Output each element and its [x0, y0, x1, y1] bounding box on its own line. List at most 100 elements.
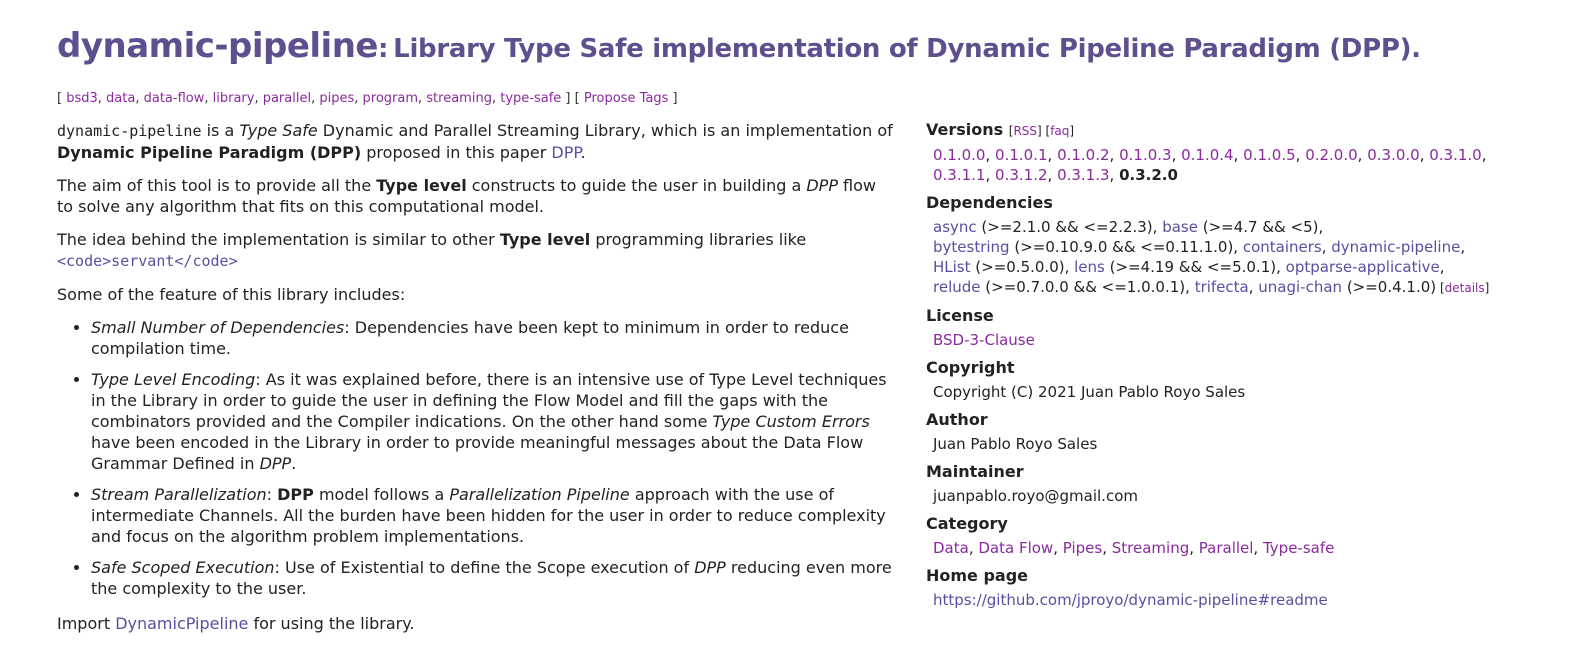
- dependency-list: async (>=2.1.0 && <=2.2.3), base (>=4.7 …: [926, 217, 1526, 298]
- versions-heading: Versions [RSS] [faq]: [926, 120, 1075, 139]
- separator: ,: [1248, 278, 1259, 296]
- text: :: [266, 485, 278, 504]
- version-link[interactable]: 0.3.0.0: [1367, 146, 1419, 164]
- list-item: Safe Scoped Execution: Use of Existentia…: [91, 557, 897, 599]
- title-separator: :: [377, 34, 389, 64]
- license-heading: License: [926, 306, 994, 325]
- properties-sidebar: Versions [RSS] [faq] 0.1.0.0, 0.1.0.1, 0…: [926, 120, 1526, 610]
- separator: ,: [1152, 218, 1163, 236]
- tag-link[interactable]: pipes: [319, 91, 354, 106]
- propose-open-bracket: [: [574, 91, 580, 106]
- separator: ,: [354, 91, 363, 106]
- text: The aim of this tool is to provide all t…: [57, 176, 377, 195]
- tag-link[interactable]: data: [106, 91, 135, 106]
- dependency-link[interactable]: trifecta: [1195, 278, 1249, 296]
- emphasis: DPP: [259, 454, 292, 473]
- separator: ,: [1318, 218, 1324, 236]
- dependency-link[interactable]: HList: [933, 258, 971, 276]
- dependency-range: (>=4.7 && <5): [1197, 218, 1319, 236]
- dependency-link[interactable]: bytestring: [933, 238, 1010, 256]
- category-link[interactable]: Data: [933, 539, 969, 557]
- bold-text: Dynamic Pipeline Paradigm (DPP): [57, 143, 362, 162]
- faq-link[interactable]: faq: [1050, 124, 1069, 138]
- version-link[interactable]: 0.3.1.0: [1429, 146, 1481, 164]
- details-wrapper: [details]: [1436, 281, 1490, 295]
- category-list: Data, Data Flow, Pipes, Streaming, Paral…: [926, 538, 1526, 558]
- version-link[interactable]: 0.1.0.5: [1243, 146, 1295, 164]
- dependency-link[interactable]: async: [933, 218, 977, 236]
- version-link[interactable]: 0.1.0.0: [933, 146, 985, 164]
- tags-open-bracket: [: [57, 91, 63, 106]
- propose-close-bracket: ]: [672, 91, 678, 106]
- propose-tags-link[interactable]: Propose Tags: [584, 91, 669, 106]
- category-link[interactable]: Type-safe: [1263, 539, 1334, 557]
- package-name: dynamic-pipeline: [57, 26, 378, 66]
- version-link[interactable]: 0.1.0.1: [995, 146, 1047, 164]
- text: : Use of Existential to define the Scope…: [274, 558, 695, 577]
- homepage-heading: Home page: [926, 566, 1029, 585]
- homepage-link[interactable]: https://github.com/jproyo/dynamic-pipeli…: [933, 591, 1328, 609]
- dependency-link[interactable]: base: [1162, 218, 1198, 236]
- version-link[interactable]: 0.3.1.2: [995, 166, 1047, 184]
- emphasis: Parallelization Pipeline: [449, 485, 630, 504]
- dependency-link[interactable]: containers: [1243, 238, 1322, 256]
- features-intro: Some of the feature of this library incl…: [57, 285, 406, 304]
- dependency-link[interactable]: lens: [1074, 258, 1105, 276]
- tag-link[interactable]: library: [213, 91, 255, 106]
- text: constructs to guide the user in building…: [466, 176, 807, 195]
- author-value: Juan Pablo Royo Sales: [933, 435, 1098, 453]
- tag-link[interactable]: type-safe: [500, 91, 561, 106]
- rss-link[interactable]: RSS: [1013, 124, 1037, 138]
- module-link[interactable]: DynamicPipeline: [115, 614, 248, 633]
- dependency-link[interactable]: unagi-chan: [1258, 278, 1342, 296]
- text: is a: [201, 121, 240, 140]
- feature-title: Stream Parallelization: [91, 485, 267, 504]
- dependency-link[interactable]: dynamic-pipeline: [1331, 238, 1460, 256]
- category-link[interactable]: Streaming: [1112, 539, 1189, 557]
- tag-link[interactable]: program: [363, 91, 419, 106]
- version-link[interactable]: 0.3.1.3: [1057, 166, 1109, 184]
- bold-text: Type level: [376, 176, 467, 195]
- license-link[interactable]: BSD-3-Clause: [933, 331, 1035, 349]
- aim-paragraph: The aim of this tool is to provide all t…: [57, 175, 897, 217]
- tag-link[interactable]: parallel: [263, 91, 311, 106]
- dependency-link[interactable]: optparse-applicative: [1286, 258, 1440, 276]
- list-item: Small Number of Dependencies: Dependenci…: [91, 317, 897, 359]
- separator: ,: [1460, 238, 1466, 256]
- emphasis: Type Custom Errors: [712, 412, 870, 431]
- tag-link[interactable]: bsd3: [66, 91, 98, 106]
- dependency-range: (>=0.5.0.0): [970, 258, 1065, 276]
- page-title: dynamic-pipeline: Library Type Safe impl…: [57, 26, 1421, 66]
- dependency-link[interactable]: relude: [933, 278, 981, 296]
- text: have been encoded in the Library in orde…: [91, 433, 864, 473]
- tag-link[interactable]: data-flow: [144, 91, 205, 106]
- text: for using the library.: [248, 614, 415, 633]
- separator: ,: [1185, 278, 1195, 296]
- text: Dynamic and Parallel Streaming Library, …: [317, 121, 893, 140]
- servant-link[interactable]: <code>servant</code>: [57, 252, 238, 270]
- version-link[interactable]: 0.3.1.1: [933, 166, 985, 184]
- category-link[interactable]: Data Flow: [978, 539, 1053, 557]
- version-link[interactable]: 0.2.0.0: [1305, 146, 1357, 164]
- tag-link[interactable]: streaming: [426, 91, 492, 106]
- feature-title: Small Number of Dependencies: [91, 318, 345, 337]
- separator: ,: [1109, 166, 1120, 184]
- package-code-name: dynamic-pipeline: [57, 122, 202, 140]
- bold-text: Type level: [499, 230, 591, 249]
- version-link[interactable]: 0.1.0.2: [1057, 146, 1109, 164]
- dependencies-heading: Dependencies: [926, 193, 1053, 212]
- category-link[interactable]: Pipes: [1063, 539, 1102, 557]
- dpp-paper-link[interactable]: DPP: [551, 143, 580, 162]
- separator: ,: [1171, 146, 1182, 164]
- details-link[interactable]: details: [1445, 281, 1485, 295]
- copyright-value: Copyright (C) 2021 Juan Pablo Royo Sales: [933, 383, 1246, 401]
- separator: ,: [1419, 146, 1430, 164]
- category-link[interactable]: Parallel: [1199, 539, 1254, 557]
- copyright-heading: Copyright: [926, 358, 1015, 377]
- emphasis: DPP: [806, 176, 838, 195]
- list-item: Type Level Encoding: As it was explained…: [91, 369, 897, 474]
- maintainer-value: juanpablo.royo@gmail.com: [933, 487, 1138, 505]
- version-link[interactable]: 0.1.0.4: [1181, 146, 1233, 164]
- version-link[interactable]: 0.1.0.3: [1119, 146, 1171, 164]
- separator: ,: [1109, 146, 1120, 164]
